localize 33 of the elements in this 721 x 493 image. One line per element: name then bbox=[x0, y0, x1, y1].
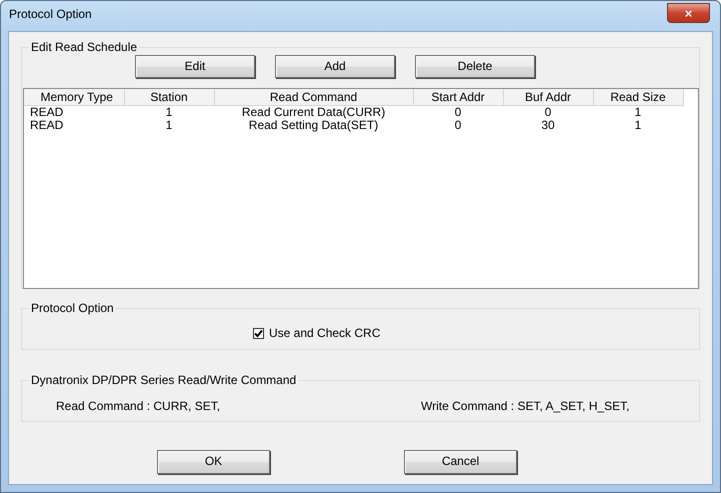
window-title: Protocol Option bbox=[8, 6, 92, 22]
table-cell-text: 1 bbox=[634, 118, 642, 132]
write-command-text: Write Command : SET, A_SET, H_SET, bbox=[421, 400, 630, 414]
table-cell-text: 1 bbox=[164, 118, 174, 132]
column-header[interactable]: Memory Type bbox=[24, 89, 124, 105]
column-header[interactable]: Station bbox=[124, 89, 214, 105]
schedule-button[interactable]: Delete bbox=[415, 55, 535, 78]
schedule-button[interactable]: Add bbox=[275, 55, 395, 78]
table-cell: 1 bbox=[124, 105, 214, 118]
schedule-button[interactable]: Edit bbox=[135, 55, 255, 78]
schedule-list[interactable]: Memory Type Station Read Command Start Addr Buf Addr Read Size READ 1 Read Current Data(CURR) 0 0 1 READ 1 Read Setting Data(SET) 0 30 1 bbox=[23, 88, 699, 289]
table-cell: Read Setting Data(SET) bbox=[214, 118, 413, 132]
column-header[interactable]: Buf Addr bbox=[503, 89, 593, 105]
close-button[interactable]: × bbox=[667, 3, 710, 23]
table-cell: READ bbox=[24, 105, 124, 118]
column-header[interactable]: Read Command bbox=[214, 89, 413, 105]
checkbox[interactable] bbox=[253, 328, 264, 340]
column-header[interactable]: Read Size bbox=[593, 89, 683, 105]
table-cell: Read Current Data(CURR) bbox=[214, 105, 413, 118]
dialog-button[interactable]: OK bbox=[157, 450, 270, 474]
table-cell: 0 bbox=[413, 105, 503, 118]
table-cell: 1 bbox=[593, 105, 683, 118]
table-cell: 0 bbox=[503, 105, 593, 118]
table-cell-text: 0 bbox=[454, 118, 462, 132]
group-label: Protocol Option bbox=[30, 302, 115, 314]
group-label: Dynatronix DP/DPR Series Read/Write Command bbox=[30, 374, 298, 386]
dialog-button[interactable]: Cancel bbox=[404, 450, 517, 474]
read-command-text: Read Command : CURR, SET, bbox=[56, 400, 222, 414]
table-cell-text: 30 bbox=[540, 118, 556, 132]
column-header[interactable]: Start Addr bbox=[413, 89, 503, 105]
checkbox-label: Use and Check CRC bbox=[269, 327, 380, 341]
table-cell-text: READ bbox=[29, 118, 64, 132]
group-label: Edit Read Schedule bbox=[30, 41, 138, 53]
